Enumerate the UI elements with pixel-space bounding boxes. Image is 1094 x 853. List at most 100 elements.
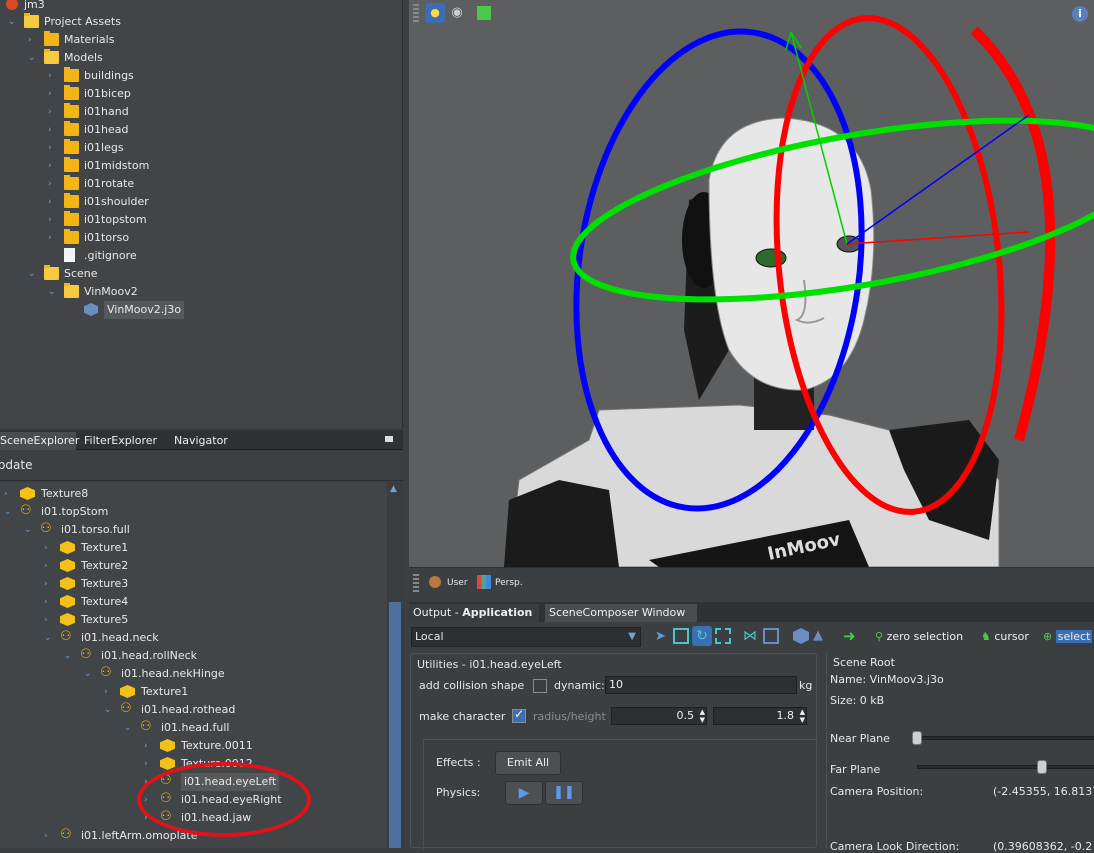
terrain-icon[interactable]: ▲ xyxy=(813,628,823,643)
chevron-down-icon[interactable]: ⌄ xyxy=(48,283,56,301)
add-collision-shape-checkbox[interactable] xyxy=(533,679,547,693)
scrollbar-thumb[interactable] xyxy=(389,602,401,848)
3d-viewport[interactable]: InMoov xyxy=(409,0,1094,567)
rotate-tool-icon[interactable]: ↻ xyxy=(692,626,712,646)
scene-tree-item[interactable]: ⌄ ⚇ i01.head.nekHinge xyxy=(0,665,387,683)
chevron-down-icon[interactable]: ⌄ xyxy=(104,701,112,719)
radius-field[interactable]: 0.5 ▲ ▼ xyxy=(611,707,707,725)
tree-item[interactable]: › buildings xyxy=(0,67,403,85)
far-plane-slider-knob[interactable] xyxy=(1037,760,1047,774)
tree-item[interactable]: › i01bicep xyxy=(0,85,403,103)
scene-tree-item[interactable]: ⌄ ⚇ i01.head.neck xyxy=(0,629,387,647)
chevron-right-icon[interactable]: › xyxy=(48,211,52,229)
scene-tree-item[interactable]: › Texture5 xyxy=(0,611,387,629)
scene-tree-item[interactable]: ⌄ ⚇ i01.topStom xyxy=(0,503,387,521)
grid-icon[interactable] xyxy=(763,628,779,644)
tree-item[interactable]: › i01rotate xyxy=(0,175,403,193)
scene-tree-item[interactable]: › Texture2 xyxy=(0,557,387,575)
tab-navigator[interactable]: Navigator xyxy=(170,432,232,450)
scene-tree-item[interactable]: › Texture4 xyxy=(0,593,387,611)
tree-item[interactable]: ⌄ VinMoov2 xyxy=(0,283,403,301)
scene-tree-item[interactable]: ⌄ ⚇ i01.head.rollNeck xyxy=(0,647,387,665)
tab-filterexplorer[interactable]: FilterExplorer xyxy=(80,432,161,450)
chevron-down-icon[interactable]: ⌄ xyxy=(64,647,72,665)
chevron-down-icon[interactable]: ⌄ xyxy=(84,665,92,683)
chevron-right-icon[interactable]: › xyxy=(44,557,48,575)
chevron-right-icon[interactable]: › xyxy=(44,611,48,629)
zero-selection-button[interactable]: ⚲ zero selection xyxy=(875,629,963,645)
chevron-down-icon[interactable]: ⌄ xyxy=(28,49,36,67)
tree-item[interactable]: › i01shoulder xyxy=(0,193,403,211)
near-plane-slider-knob[interactable] xyxy=(912,731,922,745)
tree-item[interactable]: › i01hand xyxy=(0,103,403,121)
green-cube-icon[interactable] xyxy=(477,6,491,20)
chevron-right-icon[interactable]: › xyxy=(48,103,52,121)
spinner-icon[interactable]: ▲ ▼ xyxy=(800,708,805,724)
update-button[interactable]: Update xyxy=(0,451,32,479)
tree-item[interactable]: ⌄ Scene xyxy=(0,265,403,283)
chevron-down-icon[interactable]: ⌄ xyxy=(8,13,16,31)
chevron-right-icon[interactable]: › xyxy=(44,593,48,611)
tree-item[interactable]: › i01head xyxy=(0,121,403,139)
chevron-right-icon[interactable]: › xyxy=(104,683,108,701)
chevron-right-icon[interactable]: › xyxy=(48,193,52,211)
tree-item[interactable]: VinMoov2.j3o xyxy=(0,301,403,319)
play-button[interactable]: ▶ xyxy=(505,781,543,805)
perspective-button[interactable]: Persp. xyxy=(495,578,523,588)
scene-tree-scrollbar[interactable]: ▲ xyxy=(387,482,403,848)
far-plane-slider[interactable] xyxy=(917,765,1094,769)
emit-all-button[interactable]: Emit All xyxy=(495,751,561,775)
info-icon[interactable]: i xyxy=(1072,6,1088,22)
scene-tree-item[interactable]: ⌄ ⚇ i01.torso.full xyxy=(0,521,387,539)
snap-icon[interactable]: ⋈ xyxy=(743,628,759,644)
select-button[interactable]: ⊕ select xyxy=(1043,629,1093,645)
tab-output[interactable]: Output - Application xyxy=(409,604,539,622)
tree-item[interactable]: ⌄ Project Assets xyxy=(0,13,403,31)
near-plane-slider[interactable] xyxy=(915,736,1094,740)
move-tool-icon[interactable] xyxy=(673,628,689,644)
spinner-icon[interactable]: ▲ ▼ xyxy=(700,708,705,724)
chevron-right-icon[interactable]: › xyxy=(44,575,48,593)
perspective-icon[interactable] xyxy=(477,575,491,589)
chevron-right-icon[interactable]: › xyxy=(4,485,8,503)
chevron-right-icon[interactable]: › xyxy=(44,539,48,557)
chevron-right-icon[interactable]: › xyxy=(48,67,52,85)
user-camera-icon[interactable] xyxy=(429,576,441,588)
tree-item[interactable]: › Materials xyxy=(0,31,403,49)
scene-tree-item[interactable]: › Texture3 xyxy=(0,575,387,593)
select-tool-icon[interactable]: ➤ xyxy=(655,629,666,644)
pause-button[interactable]: ❚❚ xyxy=(545,781,583,805)
scene-tree-item[interactable]: › Texture1 xyxy=(0,683,387,701)
gizmo-x-axis[interactable] xyxy=(846,231,1030,245)
chevron-right-icon[interactable]: › xyxy=(48,229,52,247)
chevron-right-icon[interactable]: › xyxy=(144,737,148,755)
tab-sceneexplorer[interactable]: SceneExplorer × xyxy=(0,432,79,465)
chevron-right-icon[interactable]: › xyxy=(48,175,52,193)
light-bulb-icon[interactable]: ● xyxy=(425,3,445,23)
scene-tree-item[interactable]: ⌄ ⚇ i01.head.full xyxy=(0,719,387,737)
tree-item[interactable]: › i01topstom xyxy=(0,211,403,229)
transform-mode-select[interactable]: Local ▼ xyxy=(411,627,641,647)
scale-tool-icon[interactable] xyxy=(715,628,731,644)
user-camera-button[interactable]: User xyxy=(447,578,468,588)
chevron-down-icon[interactable]: ⌄ xyxy=(24,521,32,539)
scene-tree-item[interactable]: ⌄ ⚇ i01.head.rothead xyxy=(0,701,387,719)
tab-scenecomposer[interactable]: SceneComposer Window × xyxy=(545,604,697,637)
chevron-down-icon[interactable]: ⌄ xyxy=(124,719,132,737)
chevron-right-icon[interactable]: › xyxy=(48,139,52,157)
tree-item[interactable]: ⌄ Models xyxy=(0,49,403,67)
tree-item[interactable]: › i01midstom xyxy=(0,157,403,175)
cube-icon[interactable] xyxy=(793,628,809,644)
tree-item[interactable]: › i01legs xyxy=(0,139,403,157)
chevron-right-icon[interactable]: › xyxy=(48,157,52,175)
scene-tree-item[interactable]: › Texture1 xyxy=(0,539,387,557)
scene-tree-item[interactable]: › Texture.0011 xyxy=(0,737,387,755)
chevron-down-icon[interactable]: ⌄ xyxy=(28,265,36,283)
make-character-checkbox[interactable] xyxy=(512,707,526,723)
chevron-down-icon[interactable]: ⌄ xyxy=(44,629,52,647)
chevron-right-icon[interactable]: › xyxy=(48,121,52,139)
cursor-button[interactable]: ♞ cursor xyxy=(981,629,1029,645)
chevron-down-icon[interactable]: ⌄ xyxy=(4,503,12,521)
eye-icon[interactable]: ◉ xyxy=(447,3,467,23)
tree-item[interactable]: .gitignore xyxy=(0,247,403,265)
